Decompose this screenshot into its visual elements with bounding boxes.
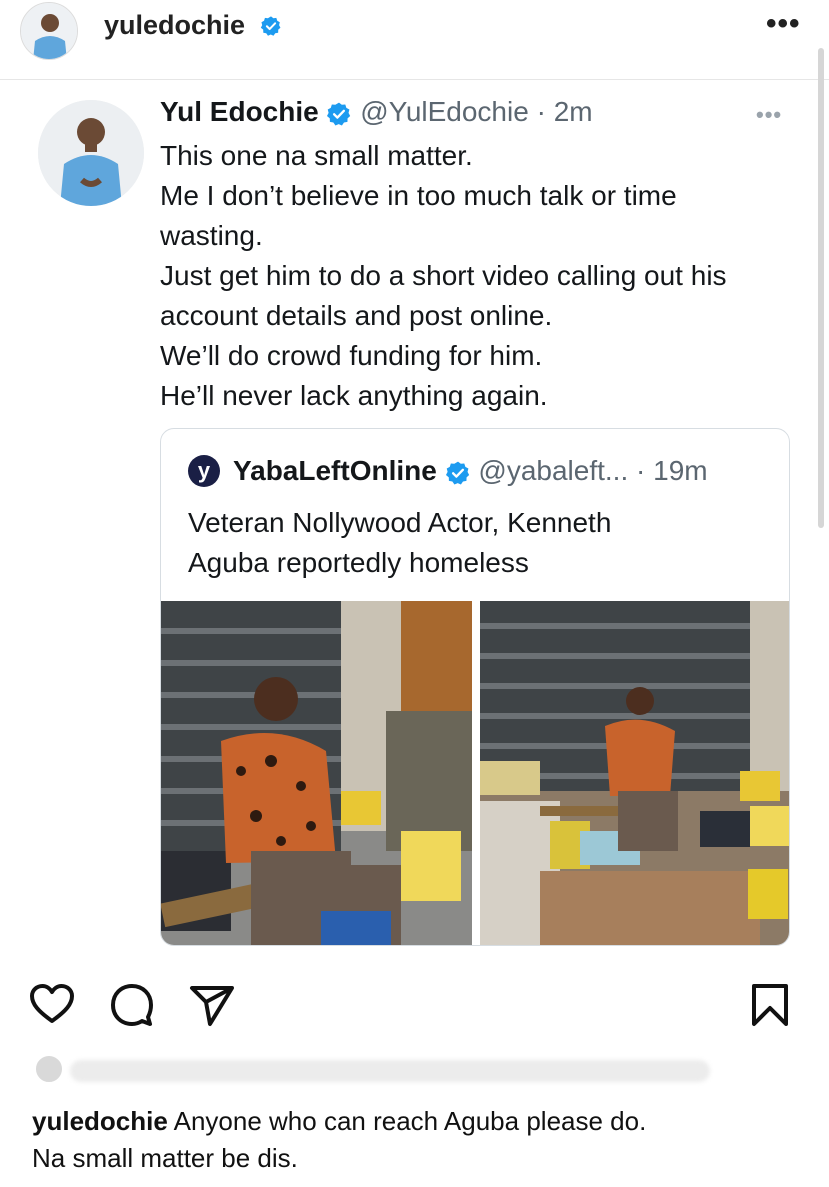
like-heart-icon[interactable] bbox=[28, 980, 76, 1028]
tweet-author-avatar bbox=[38, 100, 144, 206]
quoted-tweet-header: YabaLeftOnline @yabaleft... · 19m bbox=[233, 455, 708, 489]
quoted-tweet-card: y YabaLeftOnline @yabaleft... · 19m Vete… bbox=[160, 428, 790, 946]
quoted-tweet-photos bbox=[161, 601, 789, 945]
yabaleft-logo-icon: y bbox=[188, 455, 220, 487]
verified-badge-icon bbox=[326, 98, 352, 130]
post-username[interactable]: yuledochie bbox=[104, 10, 245, 41]
tweet-line: account details and post online. bbox=[160, 300, 553, 331]
quoted-author-handle: @yabaleft... bbox=[478, 455, 629, 486]
tweet-author-handle: @YulEdochie bbox=[360, 96, 529, 127]
tweet-time: · 2m bbox=[536, 96, 593, 127]
photo-actor-left bbox=[161, 601, 472, 945]
profile-avatar[interactable] bbox=[20, 2, 78, 60]
tweet-header: Yul Edochie @YulEdochie · 2m bbox=[160, 96, 593, 130]
tweet-line: wasting. bbox=[160, 220, 263, 251]
photo-actor-right bbox=[480, 601, 789, 945]
post-actions-bar bbox=[0, 970, 829, 1040]
tweet-line: He’ll never lack anything again. bbox=[160, 380, 548, 411]
post-options-icon[interactable]: ••• bbox=[766, 9, 801, 39]
tweet-more-icon: ••• bbox=[756, 102, 783, 127]
caption-text-line1: Anyone who can reach Aguba please do. bbox=[173, 1106, 647, 1136]
liked-by-row[interactable] bbox=[30, 1052, 720, 1092]
comment-bubble-icon[interactable] bbox=[108, 980, 156, 1028]
tweet-line: We’ll do crowd funding for him. bbox=[160, 340, 543, 371]
liker-avatar bbox=[34, 1054, 64, 1084]
tweet-body: This one na small matter. Me I don’t bel… bbox=[160, 136, 810, 416]
liked-by-blurred-text bbox=[70, 1060, 710, 1082]
post-caption: yuledochie Anyone who can reach Aguba pl… bbox=[32, 1103, 812, 1177]
save-bookmark-icon[interactable] bbox=[746, 980, 794, 1028]
verified-badge-icon bbox=[445, 457, 471, 489]
quoted-author-name: YabaLeftOnline bbox=[233, 455, 437, 486]
tweet-line: This one na small matter. bbox=[160, 140, 473, 171]
quoted-tweet-line: Veteran Nollywood Actor, Kenneth bbox=[188, 507, 612, 538]
quoted-tweet-time: · 19m bbox=[636, 455, 708, 486]
quoted-tweet-line: Aguba reportedly homeless bbox=[188, 547, 529, 578]
tweet-line: Me I don’t believe in too much talk or t… bbox=[160, 180, 677, 211]
post-header: yuledochie ••• bbox=[0, 0, 829, 80]
share-send-icon[interactable] bbox=[188, 980, 236, 1028]
tweet-author-name: Yul Edochie bbox=[160, 96, 319, 127]
caption-text-line2: Na small matter be dis. bbox=[32, 1143, 298, 1173]
verified-badge-icon bbox=[260, 15, 282, 42]
quoted-tweet-body: Veteran Nollywood Actor, Kenneth Aguba r… bbox=[188, 503, 768, 583]
caption-username[interactable]: yuledochie bbox=[32, 1106, 168, 1136]
tweet-line: Just get him to do a short video calling… bbox=[160, 260, 727, 291]
tweet-screenshot: Yul Edochie @YulEdochie · 2m ••• This on… bbox=[0, 80, 829, 970]
